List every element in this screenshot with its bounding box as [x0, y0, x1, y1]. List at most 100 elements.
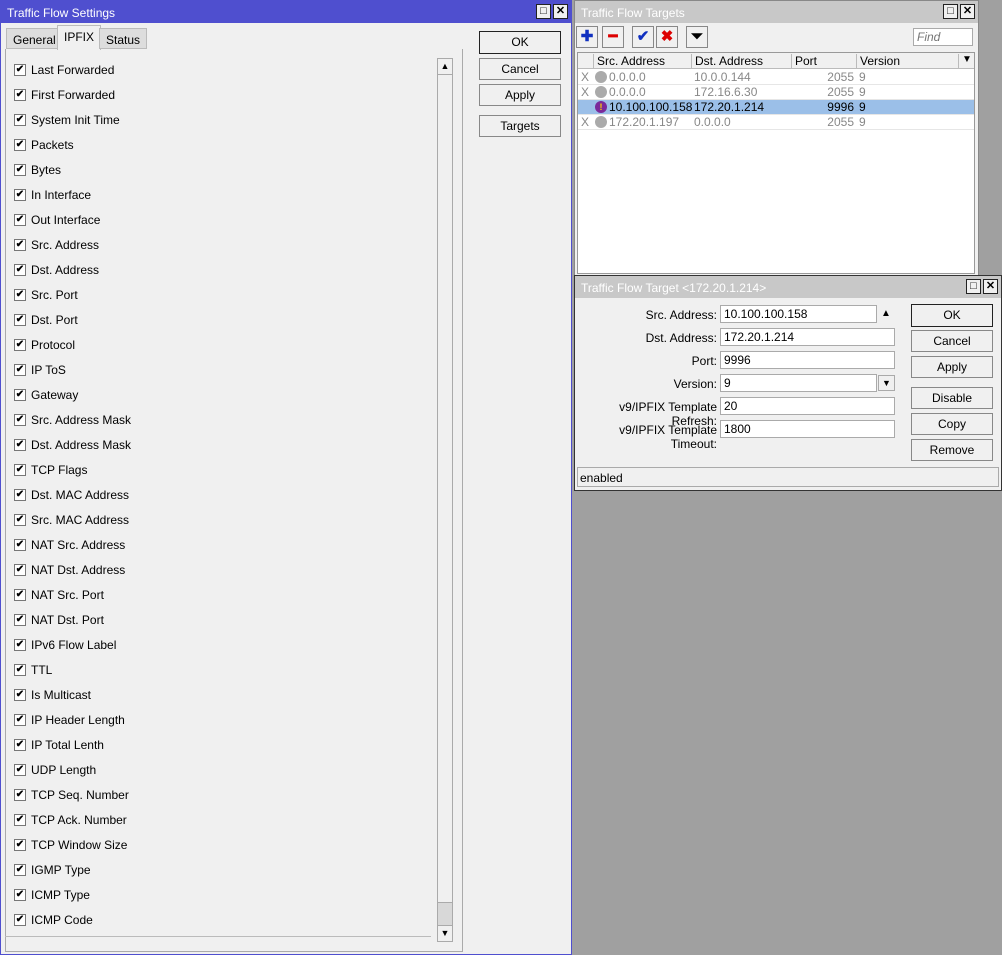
checkbox-checked-icon[interactable]: ✔: [14, 539, 26, 551]
field-checkbox[interactable]: ✔ NAT Dst. Address: [14, 562, 125, 578]
field-checkbox[interactable]: ✔ Last Forwarded: [14, 62, 114, 78]
checkbox-checked-icon[interactable]: ✔: [14, 164, 26, 176]
enable-button[interactable]: ✔: [632, 26, 654, 48]
close-button[interactable]: ✕: [553, 4, 568, 19]
table-row[interactable]: X 0.0.0.0 172.16.6.30 2055 9: [578, 85, 974, 100]
add-button[interactable]: ✚: [576, 26, 598, 48]
tab-general[interactable]: General: [6, 28, 63, 49]
checkbox-checked-icon[interactable]: ✔: [14, 339, 26, 351]
close-button[interactable]: ✕: [983, 279, 998, 294]
find-input[interactable]: [913, 28, 973, 46]
checkbox-checked-icon[interactable]: ✔: [14, 614, 26, 626]
column-menu-icon[interactable]: ▼: [962, 54, 972, 65]
checkbox-checked-icon[interactable]: ✔: [14, 89, 26, 101]
disable-button[interactable]: Disable: [911, 387, 993, 409]
checkbox-checked-icon[interactable]: ✔: [14, 839, 26, 851]
src-address-toggle-icon[interactable]: ▲: [881, 308, 891, 319]
field-checkbox[interactable]: ✔ Src. Port: [14, 287, 78, 303]
template-timeout-input[interactable]: 1800: [720, 420, 895, 438]
field-checkbox[interactable]: ✔ Dst. Address Mask: [14, 437, 131, 453]
field-checkbox[interactable]: ✔ NAT Src. Port: [14, 587, 104, 603]
checkbox-checked-icon[interactable]: ✔: [14, 564, 26, 576]
target-title-bar[interactable]: Traffic Flow Target <172.20.1.214> □ ✕: [575, 276, 1001, 298]
checkbox-checked-icon[interactable]: ✔: [14, 414, 26, 426]
checkbox-checked-icon[interactable]: ✔: [14, 139, 26, 151]
field-checkbox[interactable]: ✔ TCP Ack. Number: [14, 812, 127, 828]
scrollbar[interactable]: ▲ ▼: [437, 58, 453, 942]
scroll-up-button[interactable]: ▲: [438, 59, 452, 75]
field-checkbox[interactable]: ✔ IP ToS: [14, 362, 66, 378]
remove-button[interactable]: Remove: [911, 439, 993, 461]
port-input[interactable]: 9996: [720, 351, 895, 369]
field-checkbox[interactable]: ✔ Is Multicast: [14, 687, 91, 703]
field-checkbox[interactable]: ✔ Dst. MAC Address: [14, 487, 129, 503]
template-refresh-input[interactable]: 20: [720, 397, 895, 415]
field-checkbox[interactable]: ✔ NAT Src. Address: [14, 537, 125, 553]
checkbox-checked-icon[interactable]: ✔: [14, 914, 26, 926]
field-checkbox[interactable]: ✔ IP Header Length: [14, 712, 125, 728]
field-checkbox[interactable]: ✔ Dst. Address: [14, 262, 99, 278]
field-checkbox[interactable]: ✔ TCP Flags: [14, 462, 87, 478]
checkbox-checked-icon[interactable]: ✔: [14, 114, 26, 126]
checkbox-checked-icon[interactable]: ✔: [14, 514, 26, 526]
field-checkbox[interactable]: ✔ TTL: [14, 662, 52, 678]
checkbox-checked-icon[interactable]: ✔: [14, 364, 26, 376]
field-checkbox[interactable]: ✔ Bytes: [14, 162, 61, 178]
checkbox-checked-icon[interactable]: ✔: [14, 489, 26, 501]
checkbox-checked-icon[interactable]: ✔: [14, 764, 26, 776]
apply-button[interactable]: Apply: [479, 84, 561, 106]
field-checkbox[interactable]: ✔ IGMP Type: [14, 862, 91, 878]
maximize-button[interactable]: □: [943, 4, 958, 19]
checkbox-checked-icon[interactable]: ✔: [14, 189, 26, 201]
field-checkbox[interactable]: ✔ In Interface: [14, 187, 91, 203]
scroll-down-button[interactable]: ▼: [438, 926, 452, 941]
ok-button[interactable]: OK: [911, 304, 993, 327]
table-row[interactable]: ! 10.100.100.158 172.20.1.214 9996 9: [578, 100, 974, 115]
ok-button[interactable]: OK: [479, 31, 561, 54]
checkbox-checked-icon[interactable]: ✔: [14, 289, 26, 301]
field-checkbox[interactable]: ✔ Gateway: [14, 387, 78, 403]
field-checkbox[interactable]: ✔ TCP Seq. Number: [14, 787, 129, 803]
remove-button[interactable]: ━: [602, 26, 624, 48]
filter-button[interactable]: ⏷: [686, 26, 708, 48]
checkbox-checked-icon[interactable]: ✔: [14, 439, 26, 451]
maximize-button[interactable]: □: [536, 4, 551, 19]
tab-status[interactable]: Status: [99, 28, 148, 49]
field-checkbox[interactable]: ✔ IPv6 Flow Label: [14, 637, 116, 653]
field-checkbox[interactable]: ✔ Src. MAC Address: [14, 512, 129, 528]
checkbox-checked-icon[interactable]: ✔: [14, 239, 26, 251]
version-input[interactable]: 9: [720, 374, 877, 392]
maximize-button[interactable]: □: [966, 279, 981, 294]
targets-button[interactable]: Targets: [479, 115, 561, 137]
version-dropdown-button[interactable]: ▼: [878, 375, 895, 391]
col-port[interactable]: Port: [791, 54, 856, 68]
field-checkbox[interactable]: ✔ NAT Dst. Port: [14, 612, 104, 628]
field-checkbox[interactable]: ✔ Protocol: [14, 337, 75, 353]
field-checkbox[interactable]: ✔ UDP Length: [14, 762, 96, 778]
field-checkbox[interactable]: ✔ TCP Window Size: [14, 837, 127, 853]
field-checkbox[interactable]: ✔ ICMP Code: [14, 912, 93, 928]
checkbox-checked-icon[interactable]: ✔: [14, 814, 26, 826]
checkbox-checked-icon[interactable]: ✔: [14, 389, 26, 401]
field-checkbox[interactable]: ✔ First Forwarded: [14, 87, 115, 103]
table-row[interactable]: X 172.20.1.197 0.0.0.0 2055 9: [578, 115, 974, 130]
checkbox-checked-icon[interactable]: ✔: [14, 889, 26, 901]
table-row[interactable]: X 0.0.0.0 10.0.0.144 2055 9: [578, 70, 974, 85]
scroll-thumb[interactable]: [438, 902, 452, 926]
checkbox-checked-icon[interactable]: ✔: [14, 789, 26, 801]
copy-button[interactable]: Copy: [911, 413, 993, 435]
checkbox-checked-icon[interactable]: ✔: [14, 739, 26, 751]
close-button[interactable]: ✕: [960, 4, 975, 19]
checkbox-checked-icon[interactable]: ✔: [14, 689, 26, 701]
targets-title-bar[interactable]: Traffic Flow Targets □ ✕: [575, 1, 978, 23]
tab-ipfix[interactable]: IPFIX: [57, 25, 102, 50]
checkbox-checked-icon[interactable]: ✔: [14, 639, 26, 651]
checkbox-checked-icon[interactable]: ✔: [14, 664, 26, 676]
src-address-input[interactable]: 10.100.100.158: [720, 305, 877, 323]
apply-button[interactable]: Apply: [911, 356, 993, 378]
disable-button[interactable]: ✖: [656, 26, 678, 48]
dst-address-input[interactable]: 172.20.1.214: [720, 328, 895, 346]
cancel-button[interactable]: Cancel: [911, 330, 993, 352]
settings-title-bar[interactable]: Traffic Flow Settings □ ✕: [1, 1, 571, 23]
checkbox-checked-icon[interactable]: ✔: [14, 589, 26, 601]
